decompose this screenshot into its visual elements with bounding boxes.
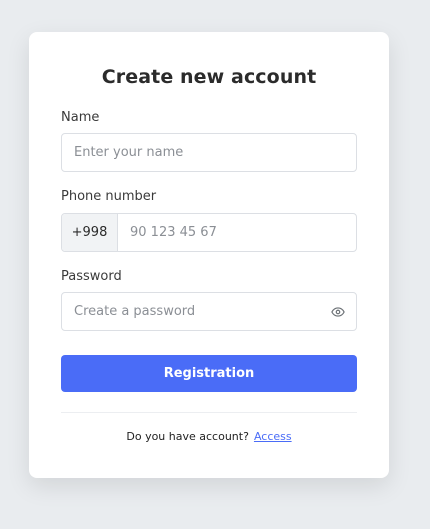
- eye-icon[interactable]: [330, 304, 346, 320]
- password-label: Password: [61, 269, 122, 284]
- registration-card: Create new account Name Phone number +99…: [29, 32, 389, 478]
- name-field-wrapper: [61, 133, 357, 172]
- footer-text: Do you have account?: [126, 430, 249, 443]
- phone-field-wrapper: +998: [61, 213, 357, 252]
- footer: Do you have account? Access: [29, 430, 389, 443]
- name-input[interactable]: [62, 134, 356, 171]
- name-label: Name: [61, 110, 100, 125]
- password-field-wrapper: [61, 292, 357, 331]
- country-code-prefix: +998: [62, 214, 118, 251]
- form-title: Create new account: [101, 66, 317, 88]
- phone-input[interactable]: [118, 214, 356, 251]
- password-input[interactable]: [62, 293, 330, 330]
- phone-label: Phone number: [61, 189, 157, 204]
- registration-button[interactable]: Registration: [61, 355, 357, 392]
- divider: [61, 412, 357, 413]
- access-link[interactable]: Access: [254, 430, 292, 443]
